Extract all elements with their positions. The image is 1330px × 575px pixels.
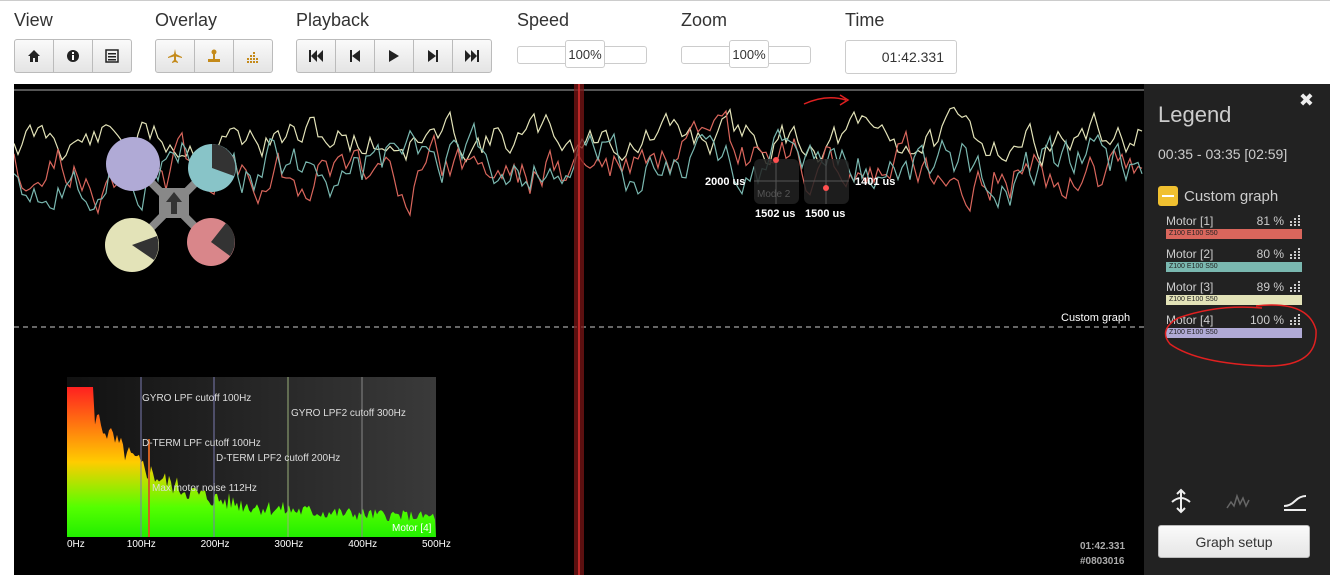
spectrum-overlay-button[interactable] [233, 39, 273, 73]
expo-tool-icon[interactable] [1282, 488, 1308, 514]
dterm-lpf2-label: D-TERM LPF2 cutoff 200Hz [216, 453, 341, 464]
stick-label-top-right: 1401 us [855, 176, 896, 188]
spectrum-x-tick: 200Hz [200, 539, 230, 550]
play-icon [389, 50, 399, 62]
legend-item-name: Motor [2] [1166, 247, 1214, 261]
legend-panel: Legend ✖ 00:35 - 03:35 [02:59] Custom gr… [1144, 84, 1330, 575]
step-forward-button[interactable] [413, 39, 453, 73]
step-forward-icon [428, 50, 438, 62]
stick-mode-label: Mode 2 [757, 189, 791, 200]
speed-slider-handle[interactable]: 100% [565, 40, 605, 68]
fast-backward-icon [309, 50, 323, 62]
graph-timestamp: 01:42.331 [1080, 541, 1126, 552]
annotation-arrow [803, 94, 850, 106]
list-button[interactable] [92, 39, 132, 73]
stick-label-bottom-left: 1502 us [755, 208, 796, 220]
fast-forward-icon [465, 50, 479, 62]
frame-number: #0803016 [1080, 556, 1125, 567]
graph-setup-button[interactable]: Graph setup [1158, 525, 1310, 558]
legend-item-percent: 89 % [1256, 280, 1284, 294]
legend-item-color-bar: Z100 E100 S50 [1166, 229, 1302, 239]
spectrum-series-label: Motor [4] [392, 523, 432, 534]
right-stick-dot [823, 185, 829, 191]
annotation-circle [1164, 304, 1317, 367]
home-icon [28, 50, 40, 62]
zoom-label: Zoom [681, 10, 728, 30]
joystick-icon [208, 49, 220, 62]
playback-label: Playback [296, 10, 370, 30]
axis-tool-icon[interactable] [1168, 488, 1194, 514]
gyro-lpf2-label: GYRO LPF2 cutoff 300Hz [291, 408, 406, 419]
legend-group-custom-graph[interactable]: Custom graph [1158, 186, 1278, 206]
dterm-lpf-label: D-TERM LPF cutoff 100Hz [142, 438, 261, 449]
legend-item-percent: 81 % [1256, 214, 1284, 228]
spectrum-icon[interactable] [1290, 215, 1302, 227]
info-icon [67, 50, 79, 62]
spectrum-x-tick: 400Hz [348, 539, 378, 550]
toolbar: View Overlay Playback Speed 100% Zoom 10… [0, 0, 1330, 84]
spectrum-x-tick: 500Hz [422, 539, 451, 550]
spectrum-x-tick: 300Hz [274, 539, 304, 550]
legend-item-color-bar: Z100 E100 S50 [1166, 262, 1302, 272]
view-label: View [14, 10, 53, 30]
spectrum-icon[interactable] [1290, 248, 1302, 260]
airplane-icon [168, 49, 182, 63]
spectrum-icon [247, 52, 258, 63]
legend-item-percent: 80 % [1256, 247, 1284, 261]
spectrum-x-tick: 100Hz [126, 539, 156, 550]
stick-label-bottom-right: 1500 us [805, 208, 846, 220]
graph-svg [14, 84, 1144, 575]
stick-label-top-left: 2000 us [705, 176, 746, 188]
left-stick-dot [773, 157, 779, 163]
sticks-overlay-button[interactable] [194, 39, 234, 73]
smoothing-tool-icon[interactable] [1225, 488, 1251, 514]
jump-end-button[interactable] [452, 39, 492, 73]
step-backward-icon [350, 50, 360, 62]
craft-overlay-button[interactable] [155, 39, 195, 73]
info-button[interactable] [53, 39, 93, 73]
craft-overlay [105, 137, 236, 272]
spectrum-x-tick: 0Hz [67, 539, 85, 550]
legend-title: Legend [1158, 102, 1232, 127]
time-label: Time [845, 10, 885, 30]
max-noise-label: Max motor noise 112Hz [152, 483, 257, 494]
legend-time-range: 00:35 - 03:35 [02:59] [1158, 146, 1288, 162]
motor4-prop-icon [106, 137, 160, 191]
zoom-slider-handle[interactable]: 100% [729, 40, 769, 68]
close-icon[interactable]: ✖ [1299, 90, 1314, 111]
custom-graph-label: Custom graph [1061, 312, 1131, 324]
graph-canvas[interactable]: 2000 us 1401 us 1502 us 1500 us Mode 2 C… [14, 84, 1144, 575]
step-back-button[interactable] [335, 39, 375, 73]
gyro-lpf-label: GYRO LPF cutoff 100Hz [142, 393, 252, 404]
legend-item-motor1[interactable]: Motor [1] 81 % Z100 E100 S50 [1166, 214, 1302, 242]
collapse-icon[interactable] [1158, 186, 1178, 206]
legend-item-motor2[interactable]: Motor [2] 80 % Z100 E100 S50 [1166, 247, 1302, 275]
legend-item-name: Motor [1] [1166, 214, 1214, 228]
legend-item-name: Motor [3] [1166, 280, 1214, 294]
time-input[interactable]: 01:42.331 [845, 40, 957, 74]
home-button[interactable] [14, 39, 54, 73]
speed-label: Speed [517, 10, 570, 30]
jump-start-button[interactable] [296, 39, 336, 73]
play-button[interactable] [374, 39, 414, 73]
list-icon [105, 49, 119, 63]
overlay-label: Overlay [155, 10, 218, 30]
legend-group-label: Custom graph [1184, 187, 1279, 205]
spectrum-icon[interactable] [1290, 281, 1302, 293]
